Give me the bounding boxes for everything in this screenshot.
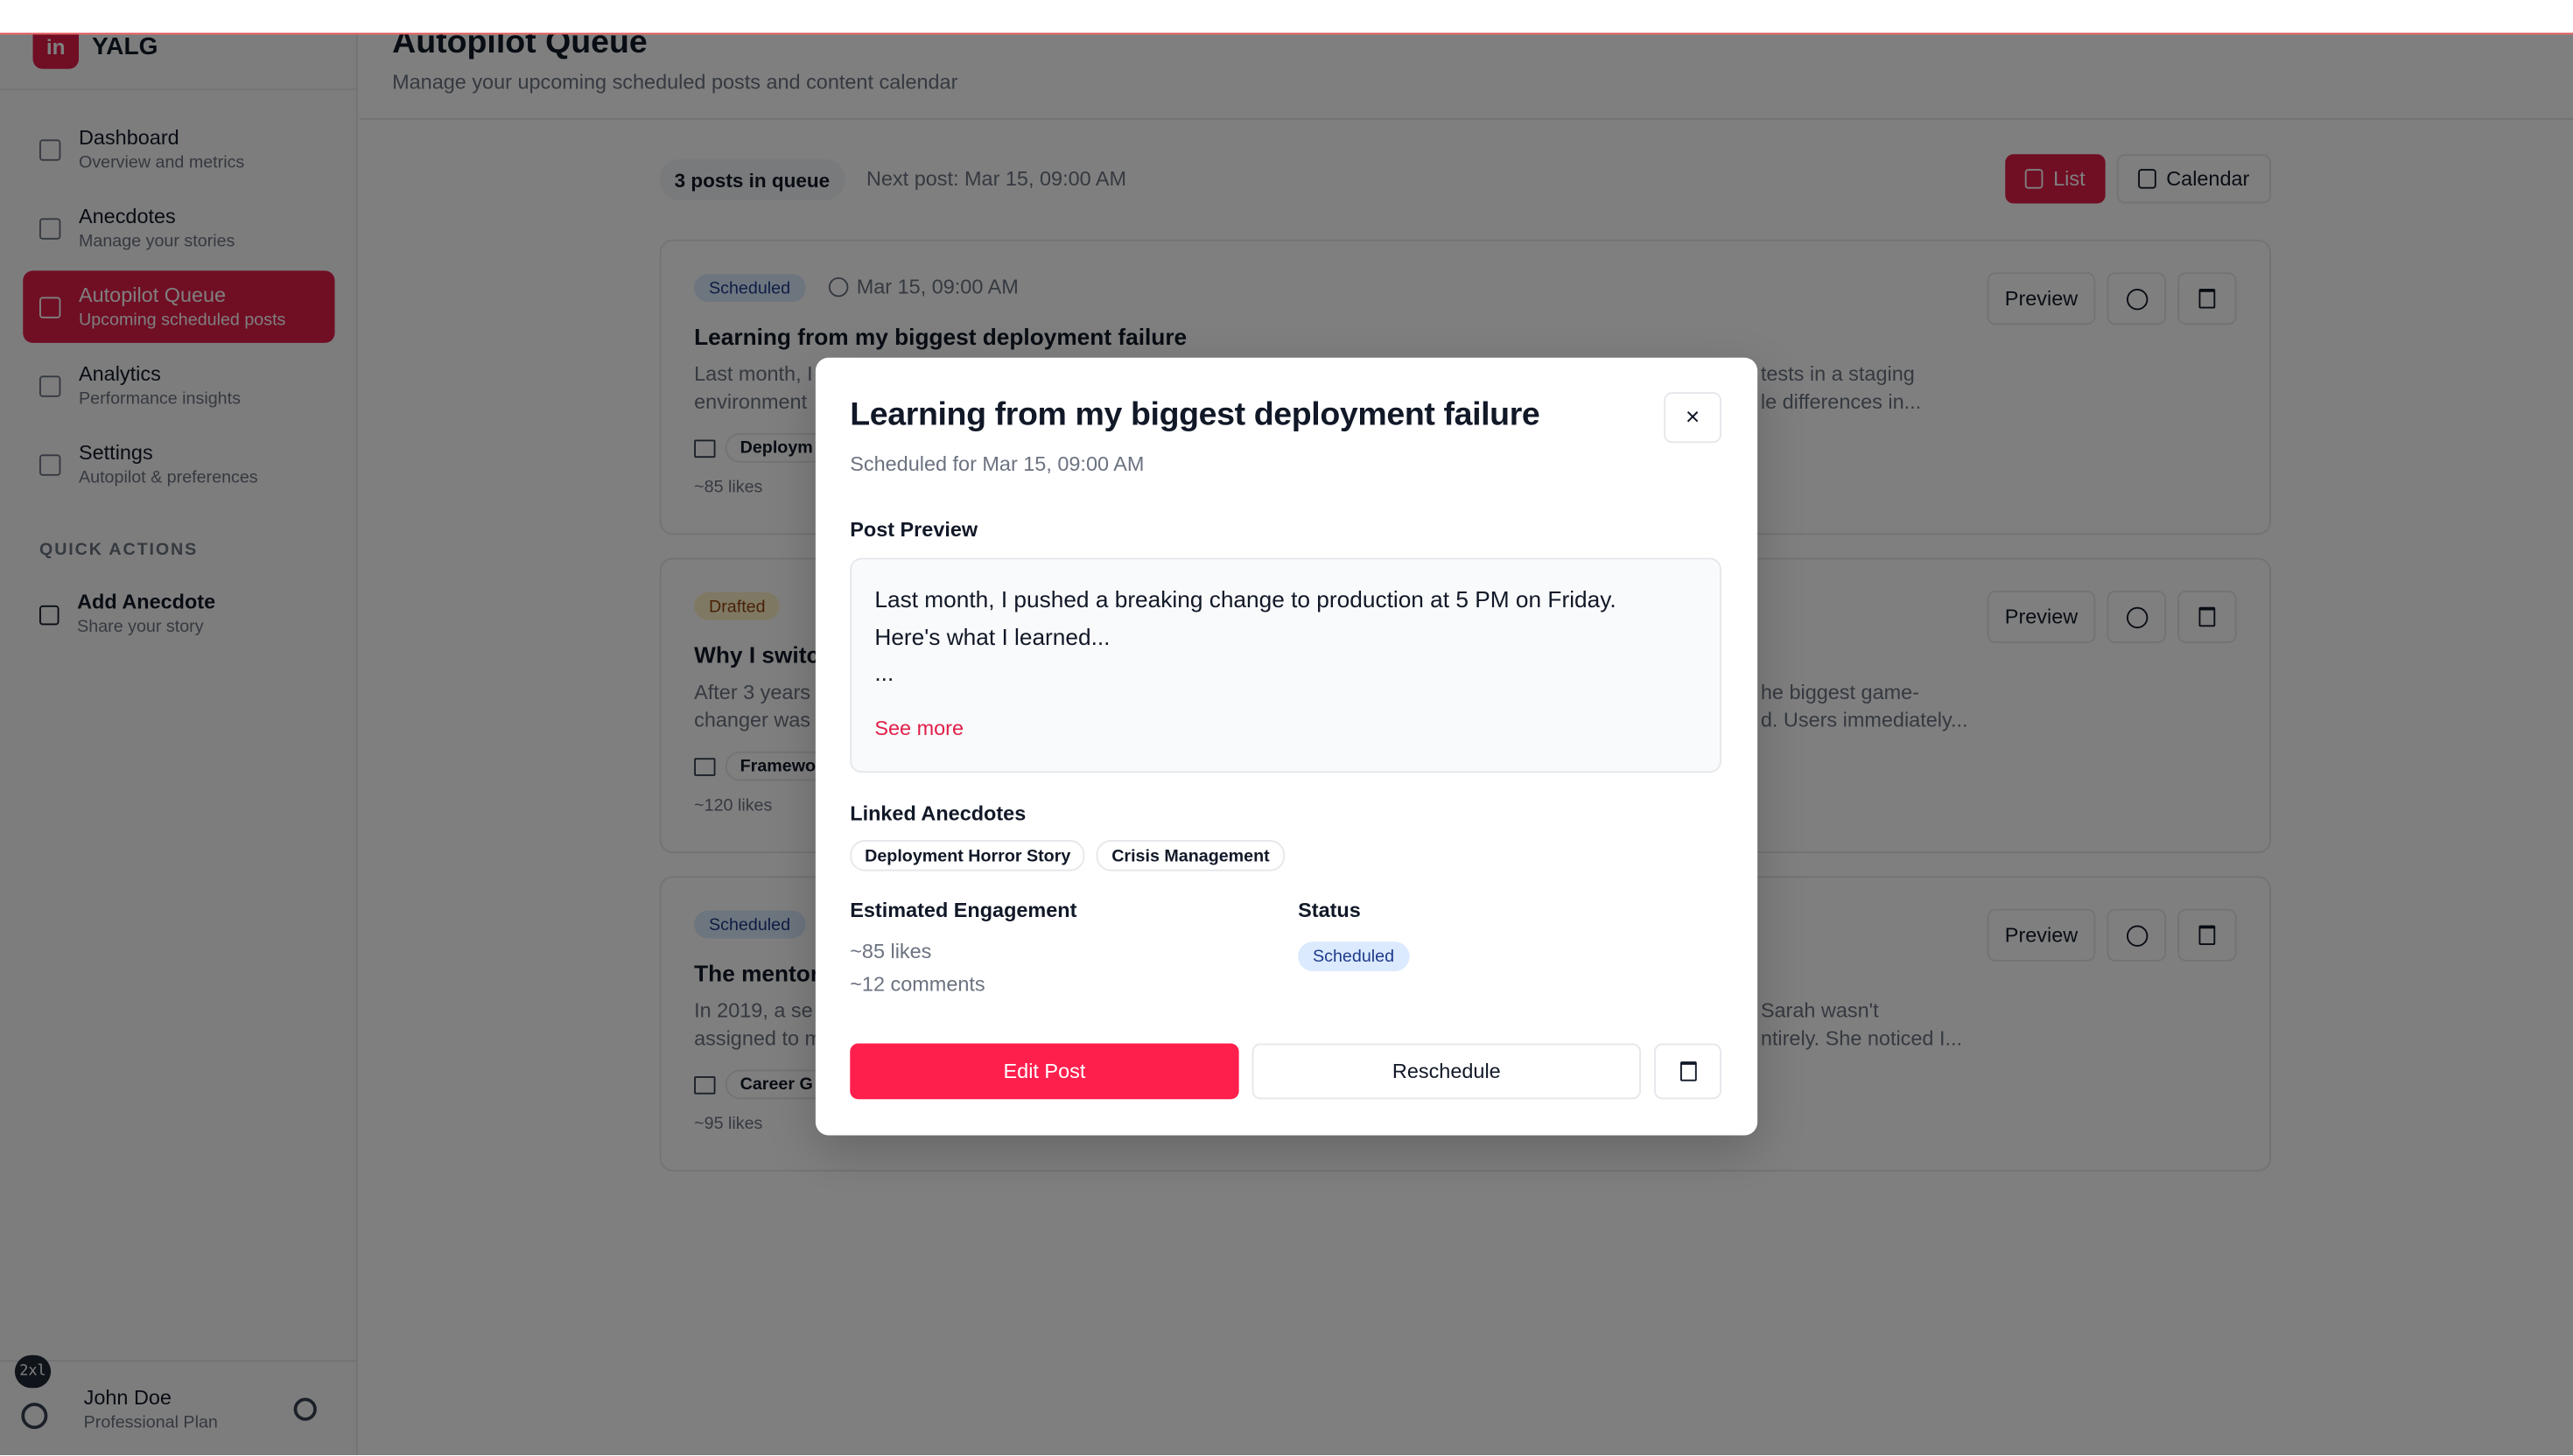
top-strip xyxy=(0,0,2573,35)
app-root: in YALG Dashboard Overview and metrics A… xyxy=(0,0,2573,1456)
trash-icon xyxy=(1679,1061,1696,1082)
delete-button[interactable] xyxy=(1654,1043,1721,1100)
edit-post-button[interactable]: Edit Post xyxy=(850,1043,1239,1100)
comments-estimate: ~12 comments xyxy=(850,972,985,997)
close-button[interactable]: × xyxy=(1664,392,1721,444)
anecdote-tag[interactable]: Deployment Horror Story xyxy=(850,840,1086,872)
post-preview-box: Last month, I pushed a breaking change t… xyxy=(850,557,1721,774)
dialog-title: Learning from my biggest deployment fail… xyxy=(850,396,1540,433)
linked-anecdotes: Deployment Horror Story Crisis Managemen… xyxy=(850,840,1285,872)
engagement-label: Estimated Engagement xyxy=(850,899,1077,922)
dialog-subtitle: Scheduled for Mar 15, 09:00 AM xyxy=(850,452,1145,476)
likes-estimate: ~85 likes xyxy=(850,940,932,963)
anecdote-tag[interactable]: Crisis Management xyxy=(1097,840,1285,872)
close-icon: × xyxy=(1685,403,1700,432)
linked-anecdotes-label: Linked Anecdotes xyxy=(850,802,1027,826)
post-preview-label: Post Preview xyxy=(850,518,978,542)
reschedule-button[interactable]: Reschedule xyxy=(1251,1043,1641,1100)
status-label: Status xyxy=(1298,899,1361,922)
status-badge: Scheduled xyxy=(1298,942,1409,971)
post-preview-text: Last month, I pushed a breaking change t… xyxy=(874,585,1616,686)
post-preview-dialog: Learning from my biggest deployment fail… xyxy=(815,357,1758,1136)
see-more-link[interactable]: See more xyxy=(874,717,964,739)
